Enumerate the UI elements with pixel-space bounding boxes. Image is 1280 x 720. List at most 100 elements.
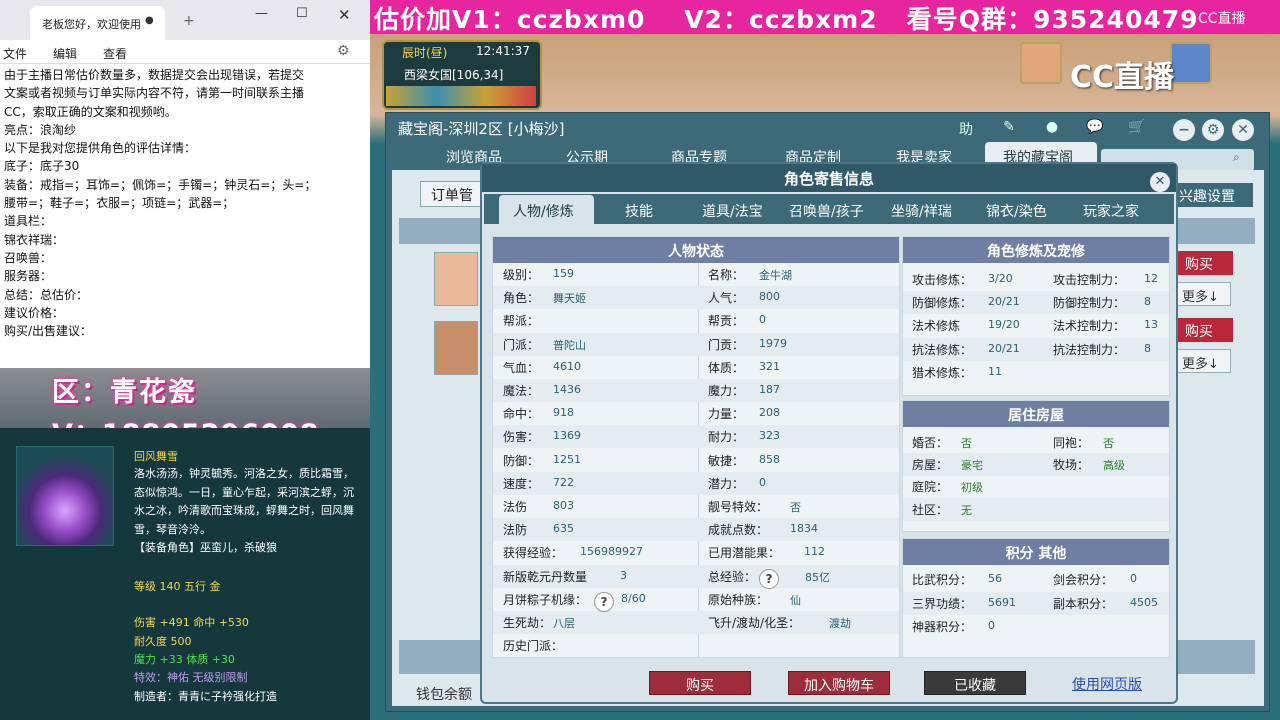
help-icon[interactable]: ? [594,592,614,612]
notepad-line: 文案或者视频与订单实际内容不符，请第一时间联系主播 [4,86,305,101]
status-value: 1436 [553,383,581,396]
listing-more-button-1[interactable]: 更多↓ [1177,282,1231,306]
notepad-line: 道具栏： [4,214,53,229]
panel-label: 剑会积分： [1053,573,1114,587]
cc-logo-small: CC直播 [1198,11,1246,27]
status-value: 85亿 [805,570,830,584]
close-icon[interactable]: ✕ [338,6,351,24]
share-icon[interactable]: ✎ [998,119,1020,139]
status-label: 法伤 [503,500,528,514]
panel-value: 11 [988,364,1002,378]
modal-tab-items[interactable]: 道具/法宝 [702,201,763,221]
panel-value: 豪宅 [961,459,983,473]
status-label: 气血： [503,360,540,375]
record-icon[interactable]: ● [1041,119,1063,139]
notepad-line: 由于主播日常估价数量多，数据提交会出现错误，若提交 [4,68,305,82]
panel-label: 三界功绩： [912,596,973,611]
notepad-line: 亮点：浪淘纱 [4,122,77,137]
panel-value: 12 [1144,272,1158,285]
points-section-header: 积分 其他 [903,539,1169,565]
minimize-icon[interactable]: — [255,6,268,21]
status-label: 新版乾元丹数量 [503,569,588,584]
zone-label: 区：青花瓷 [52,377,197,408]
chat-icon[interactable]: 💬 [1084,119,1106,139]
panel-value: 0 [988,619,995,632]
status-value: 321 [759,359,780,373]
status-label: 耐力： [708,430,745,445]
settings-icon[interactable]: ⚙ [1202,119,1224,141]
close-icon[interactable]: ✕ [1232,119,1254,141]
status-label: 体质： [708,360,745,375]
modal-tab-character[interactable]: 人物/修炼 [513,201,574,221]
help-icon[interactable]: ? [759,569,779,589]
notepad-text-area[interactable]: 由于主播日常估价数量多，数据提交会出现错误，若提交 文案或者视频与订单实际内容不符… [0,64,370,368]
minimize-icon[interactable]: − [1173,119,1195,141]
panel-label: 牧场： [1053,458,1090,473]
status-label: 生死劫： [503,616,552,630]
item-description: 洛水汤汤，钟灵毓秀。河洛之女，质比霜雪，态似惊鸿。一日，童心乍起，采河滨之蜉，沉… [134,465,354,558]
gear-icon[interactable]: ⚙ [337,43,350,59]
panel-value: 初级 [961,481,983,495]
modal-close-icon[interactable]: ✕ [1150,172,1170,192]
modal-tab-home[interactable]: 玩家之家 [1083,201,1139,221]
panel-value: 8 [1144,295,1151,309]
item-stat-attack: 伤害 +491 命中 +530 [134,616,249,629]
status-value: 858 [759,452,780,466]
status-value: 112 [804,545,825,559]
status-value: 普陀山 [553,338,586,352]
modal-title: 角色寄售信息 [783,170,874,188]
item-special: 特效：神佑 无级别限制 [134,671,248,684]
favorited-button[interactable]: 已收藏 [924,671,1026,695]
status-value: 208 [759,406,780,420]
notepad-line: 服务器： [4,269,53,284]
status-label: 帮派： [503,314,540,329]
listing-avatar-2[interactable] [434,321,478,375]
panel-label: 房屋： [912,458,949,473]
menu-file[interactable]: 文件 [3,45,27,62]
game-shortcut-icons[interactable] [386,86,536,106]
status-label: 门派： [503,337,540,352]
status-label: 角色： [503,291,540,306]
tab-close-icon[interactable]: ● [145,15,154,26]
player-avatar[interactable] [1170,42,1212,84]
new-tab-icon[interactable]: + [183,13,195,29]
add-to-cart-button[interactable]: 加入购物车 [788,671,890,695]
status-label: 人气： [708,291,745,306]
status-label: 级别： [503,268,540,282]
panel-label: 抗法修炼： [912,342,973,357]
panel-value: 否 [961,437,972,450]
notepad-line: 总结：总估价： [4,287,89,302]
modal-tab-outfits[interactable]: 锦衣/染色 [986,201,1047,221]
web-version-link[interactable]: 使用网页版 [1072,674,1142,694]
item-orb-icon [16,446,114,546]
modal-tab-skills[interactable]: 技能 [625,201,653,221]
item-stat-magic: 魔力 +33 体质 +30 [134,653,235,666]
status-label: 已用潜能果： [708,546,781,561]
help-icon[interactable]: 助 [955,119,977,139]
status-label: 月饼粽子机缘： [503,592,588,607]
status-label: 获得经验： [503,546,564,561]
status-value: 3 [620,568,627,582]
listing-avatar-1[interactable] [434,252,478,306]
listing-buy-button-1[interactable]: 购买 [1177,251,1233,275]
pet-avatar[interactable] [1020,42,1062,84]
listing-more-button-2[interactable]: 更多↓ [1177,349,1231,373]
cc-logo-big: CC直播 [1070,60,1175,95]
panel-label: 同袍： [1053,436,1090,450]
modal-tab-mounts[interactable]: 坐骑/祥瑞 [891,201,952,221]
modal-tab-pets[interactable]: 召唤兽/孩子 [789,201,864,221]
panel-label: 防御修炼： [912,296,973,311]
panel-value: 8 [1144,341,1151,355]
buy-button[interactable]: 购买 [649,671,751,695]
menu-view[interactable]: 查看 [103,45,127,62]
listing-buy-button-2[interactable]: 购买 [1177,318,1233,342]
cultivation-section-header: 角色修炼及宠修 [903,237,1169,263]
panel-label: 攻击修炼： [912,273,973,287]
menu-edit[interactable]: 编辑 [53,45,77,62]
order-manage-button[interactable]: 订单管 [420,181,484,207]
status-section-header: 人物状态 [493,237,899,263]
maximize-icon[interactable]: ☐ [296,6,308,21]
status-label: 伤害： [503,430,540,445]
interest-settings-button[interactable]: 兴趣设置 [1175,183,1253,207]
cart-icon[interactable]: 🛒 [1126,119,1148,139]
